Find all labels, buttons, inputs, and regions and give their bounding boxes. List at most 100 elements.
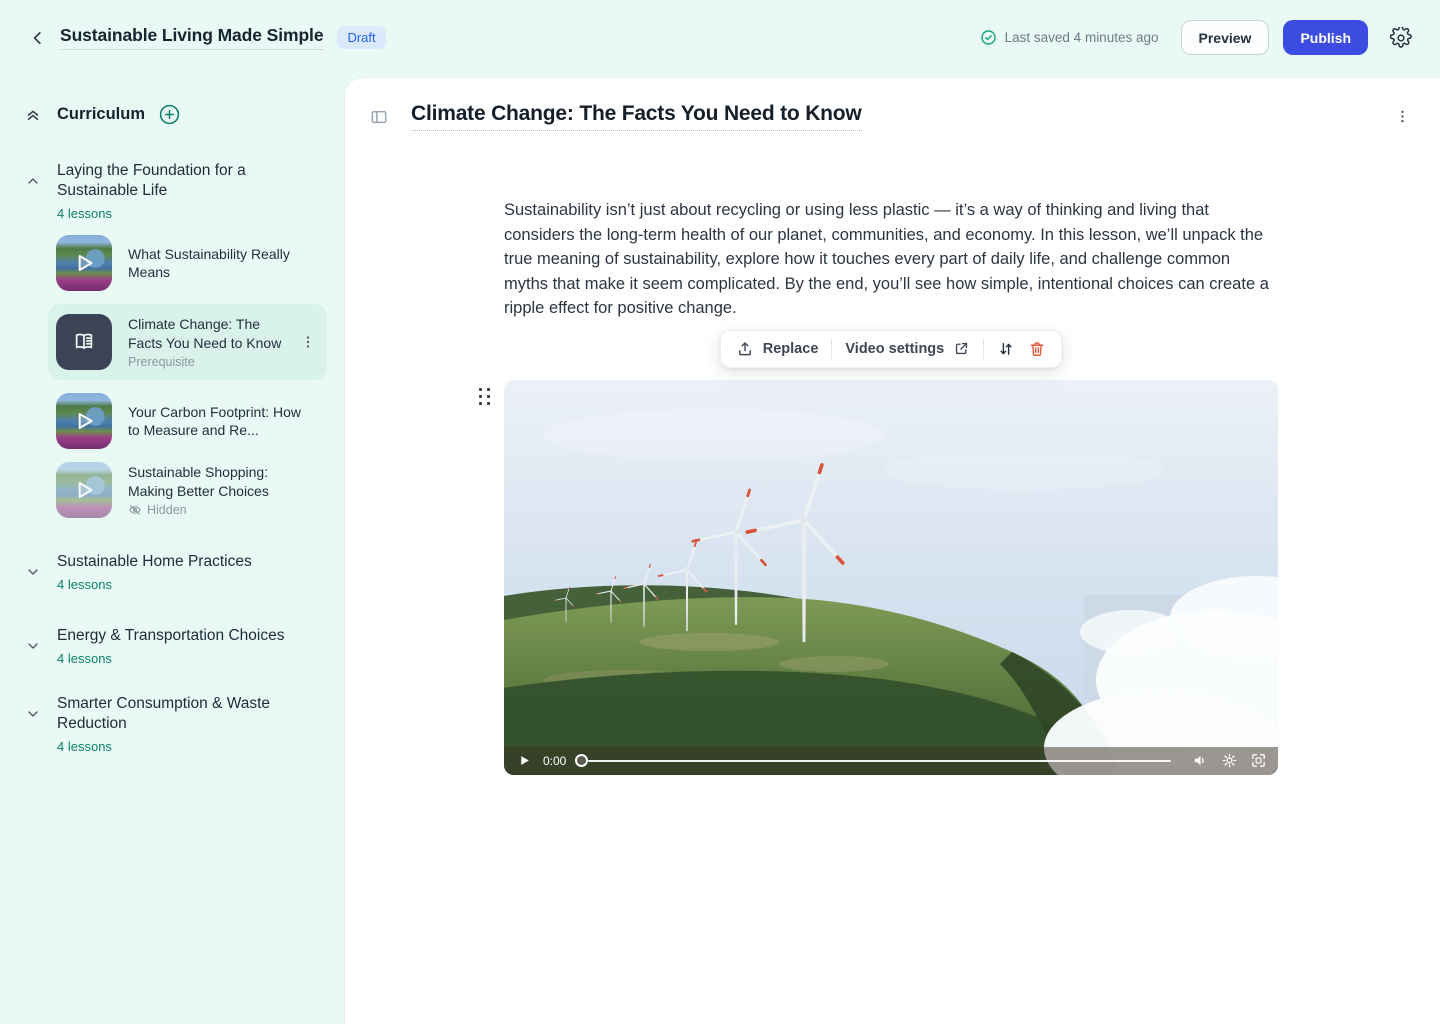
lesson-list: What Sustainability Really Means Climate… bbox=[48, 235, 327, 518]
lesson-title: Your Carbon Footprint: How to Measure an… bbox=[128, 403, 304, 440]
section-lesson-count: 4 lessons bbox=[57, 739, 289, 754]
course-title[interactable]: Sustainable Living Made Simple bbox=[60, 25, 323, 50]
lesson-item[interactable]: What Sustainability Really Means bbox=[48, 235, 327, 291]
lesson-item-selected[interactable]: Climate Change: The Facts You Need to Kn… bbox=[48, 304, 327, 380]
video-thumbnail bbox=[56, 235, 112, 291]
lesson-page-title[interactable]: Climate Change: The Facts You Need to Kn… bbox=[411, 102, 862, 131]
player-settings-button[interactable] bbox=[1219, 751, 1239, 771]
section-lesson-count: 4 lessons bbox=[57, 206, 289, 221]
eye-off-icon bbox=[128, 503, 142, 517]
play-icon bbox=[56, 235, 112, 291]
toolbar-divider bbox=[983, 339, 984, 359]
curriculum-section: Sustainable Home Practices 4 lessons bbox=[0, 552, 345, 592]
lesson-content: Sustainability isn’t just about recyclin… bbox=[504, 198, 1278, 775]
upload-icon bbox=[736, 340, 754, 358]
chevron-up-icon[interactable] bbox=[24, 161, 42, 201]
preview-button[interactable]: Preview bbox=[1181, 20, 1270, 55]
back-button[interactable] bbox=[24, 24, 52, 52]
curriculum-header: Curriculum bbox=[0, 101, 345, 127]
lesson-header: Climate Change: The Facts You Need to Kn… bbox=[345, 78, 1440, 131]
chevron-down-icon[interactable] bbox=[24, 694, 42, 734]
section-header[interactable]: Smarter Consumption & Waste Reduction 4 … bbox=[0, 694, 345, 754]
collapse-all-icon bbox=[24, 105, 42, 123]
lesson-meta-text: Hidden bbox=[147, 503, 187, 517]
back-icon bbox=[29, 29, 47, 47]
fullscreen-button[interactable] bbox=[1248, 751, 1268, 771]
kebab-icon bbox=[1394, 108, 1411, 125]
add-section-button[interactable] bbox=[157, 102, 181, 126]
delete-block-button[interactable] bbox=[1028, 340, 1046, 358]
chevron-down-icon[interactable] bbox=[24, 552, 42, 592]
kebab-icon bbox=[300, 334, 316, 350]
video-thumbnail bbox=[56, 462, 112, 518]
drag-handle-icon[interactable] bbox=[478, 386, 492, 408]
trash-icon bbox=[1028, 340, 1046, 358]
lesson-meta: Prerequisite bbox=[128, 355, 290, 369]
replace-label: Replace bbox=[763, 341, 819, 357]
current-time: 0:00 bbox=[543, 754, 566, 768]
collapse-all-button[interactable] bbox=[24, 105, 42, 123]
move-block-button[interactable] bbox=[997, 340, 1015, 358]
toolbar-divider bbox=[831, 339, 832, 359]
video-block: 0:00 bbox=[504, 380, 1278, 775]
seek-bar[interactable] bbox=[575, 754, 1181, 767]
video-thumbnail bbox=[56, 393, 112, 449]
settings-icon bbox=[1221, 752, 1238, 769]
lesson-title: What Sustainability Really Means bbox=[128, 245, 304, 282]
section-title: Energy & Transportation Choices bbox=[57, 626, 284, 646]
curriculum-section: Energy & Transportation Choices 4 lesson… bbox=[0, 626, 345, 666]
reading-lesson-tile bbox=[56, 314, 112, 370]
video-still-wind-turbines bbox=[504, 380, 1278, 775]
plus-circle-icon bbox=[158, 103, 181, 126]
curriculum-title: Curriculum bbox=[57, 105, 145, 124]
lesson-title: Climate Change: The Facts You Need to Kn… bbox=[128, 315, 290, 352]
video-settings-button[interactable]: Video settings bbox=[845, 340, 970, 357]
volume-icon bbox=[1192, 752, 1209, 769]
section-title: Smarter Consumption & Waste Reduction bbox=[57, 694, 289, 734]
lesson-menu-button[interactable] bbox=[297, 329, 319, 355]
lesson-item-hidden[interactable]: Sustainable Shopping: Making Better Choi… bbox=[48, 462, 327, 518]
gear-icon bbox=[1390, 27, 1412, 49]
section-header[interactable]: Sustainable Home Practices 4 lessons bbox=[0, 552, 345, 592]
publish-button[interactable]: Publish bbox=[1283, 20, 1368, 55]
panel-toggle-icon bbox=[369, 107, 389, 127]
panel-toggle-button[interactable] bbox=[369, 107, 389, 127]
section-header[interactable]: Energy & Transportation Choices 4 lesson… bbox=[0, 626, 345, 666]
volume-button[interactable] bbox=[1190, 751, 1210, 771]
play-icon bbox=[56, 393, 112, 449]
video-controls: 0:00 bbox=[504, 747, 1278, 775]
settings-button[interactable] bbox=[1386, 23, 1416, 53]
section-title: Sustainable Home Practices bbox=[57, 552, 252, 572]
video-settings-label: Video settings bbox=[845, 341, 944, 357]
section-lesson-count: 4 lessons bbox=[57, 651, 284, 666]
swap-arrows-icon bbox=[997, 340, 1015, 358]
video-block-toolbar: Replace Video settings bbox=[720, 330, 1062, 368]
section-lesson-count: 4 lessons bbox=[57, 577, 252, 592]
check-circle-icon bbox=[980, 29, 997, 46]
curriculum-section: Laying the Foundation for a Sustainable … bbox=[0, 161, 345, 518]
lesson-options-button[interactable] bbox=[1390, 104, 1414, 130]
lesson-title: Sustainable Shopping: Making Better Choi… bbox=[128, 463, 304, 500]
play-icon bbox=[518, 754, 531, 767]
curriculum-section: Smarter Consumption & Waste Reduction 4 … bbox=[0, 694, 345, 754]
fullscreen-icon bbox=[1250, 752, 1267, 769]
external-link-icon bbox=[953, 340, 970, 357]
video-player[interactable]: 0:00 bbox=[504, 380, 1278, 775]
book-open-icon bbox=[71, 329, 97, 355]
lesson-intro-paragraph[interactable]: Sustainability isn’t just about recyclin… bbox=[504, 198, 1278, 321]
lesson-item[interactable]: Your Carbon Footprint: How to Measure an… bbox=[48, 393, 327, 449]
status-badge: Draft bbox=[337, 26, 385, 49]
lesson-editor-card: Climate Change: The Facts You Need to Kn… bbox=[345, 78, 1440, 1024]
replace-button[interactable]: Replace bbox=[736, 340, 819, 358]
save-status-text: Last saved 4 minutes ago bbox=[1005, 30, 1159, 45]
topbar: Sustainable Living Made Simple Draft Las… bbox=[0, 0, 1440, 75]
section-title: Laying the Foundation for a Sustainable … bbox=[57, 161, 289, 201]
chevron-down-icon[interactable] bbox=[24, 626, 42, 666]
play-icon bbox=[56, 462, 112, 518]
play-button[interactable] bbox=[514, 751, 534, 771]
curriculum-sidebar: Curriculum Laying the Foundation for a S… bbox=[0, 75, 345, 1024]
save-status: Last saved 4 minutes ago bbox=[980, 29, 1159, 46]
section-header[interactable]: Laying the Foundation for a Sustainable … bbox=[0, 161, 345, 221]
seek-knob[interactable] bbox=[575, 754, 588, 767]
seek-track[interactable] bbox=[588, 760, 1171, 763]
